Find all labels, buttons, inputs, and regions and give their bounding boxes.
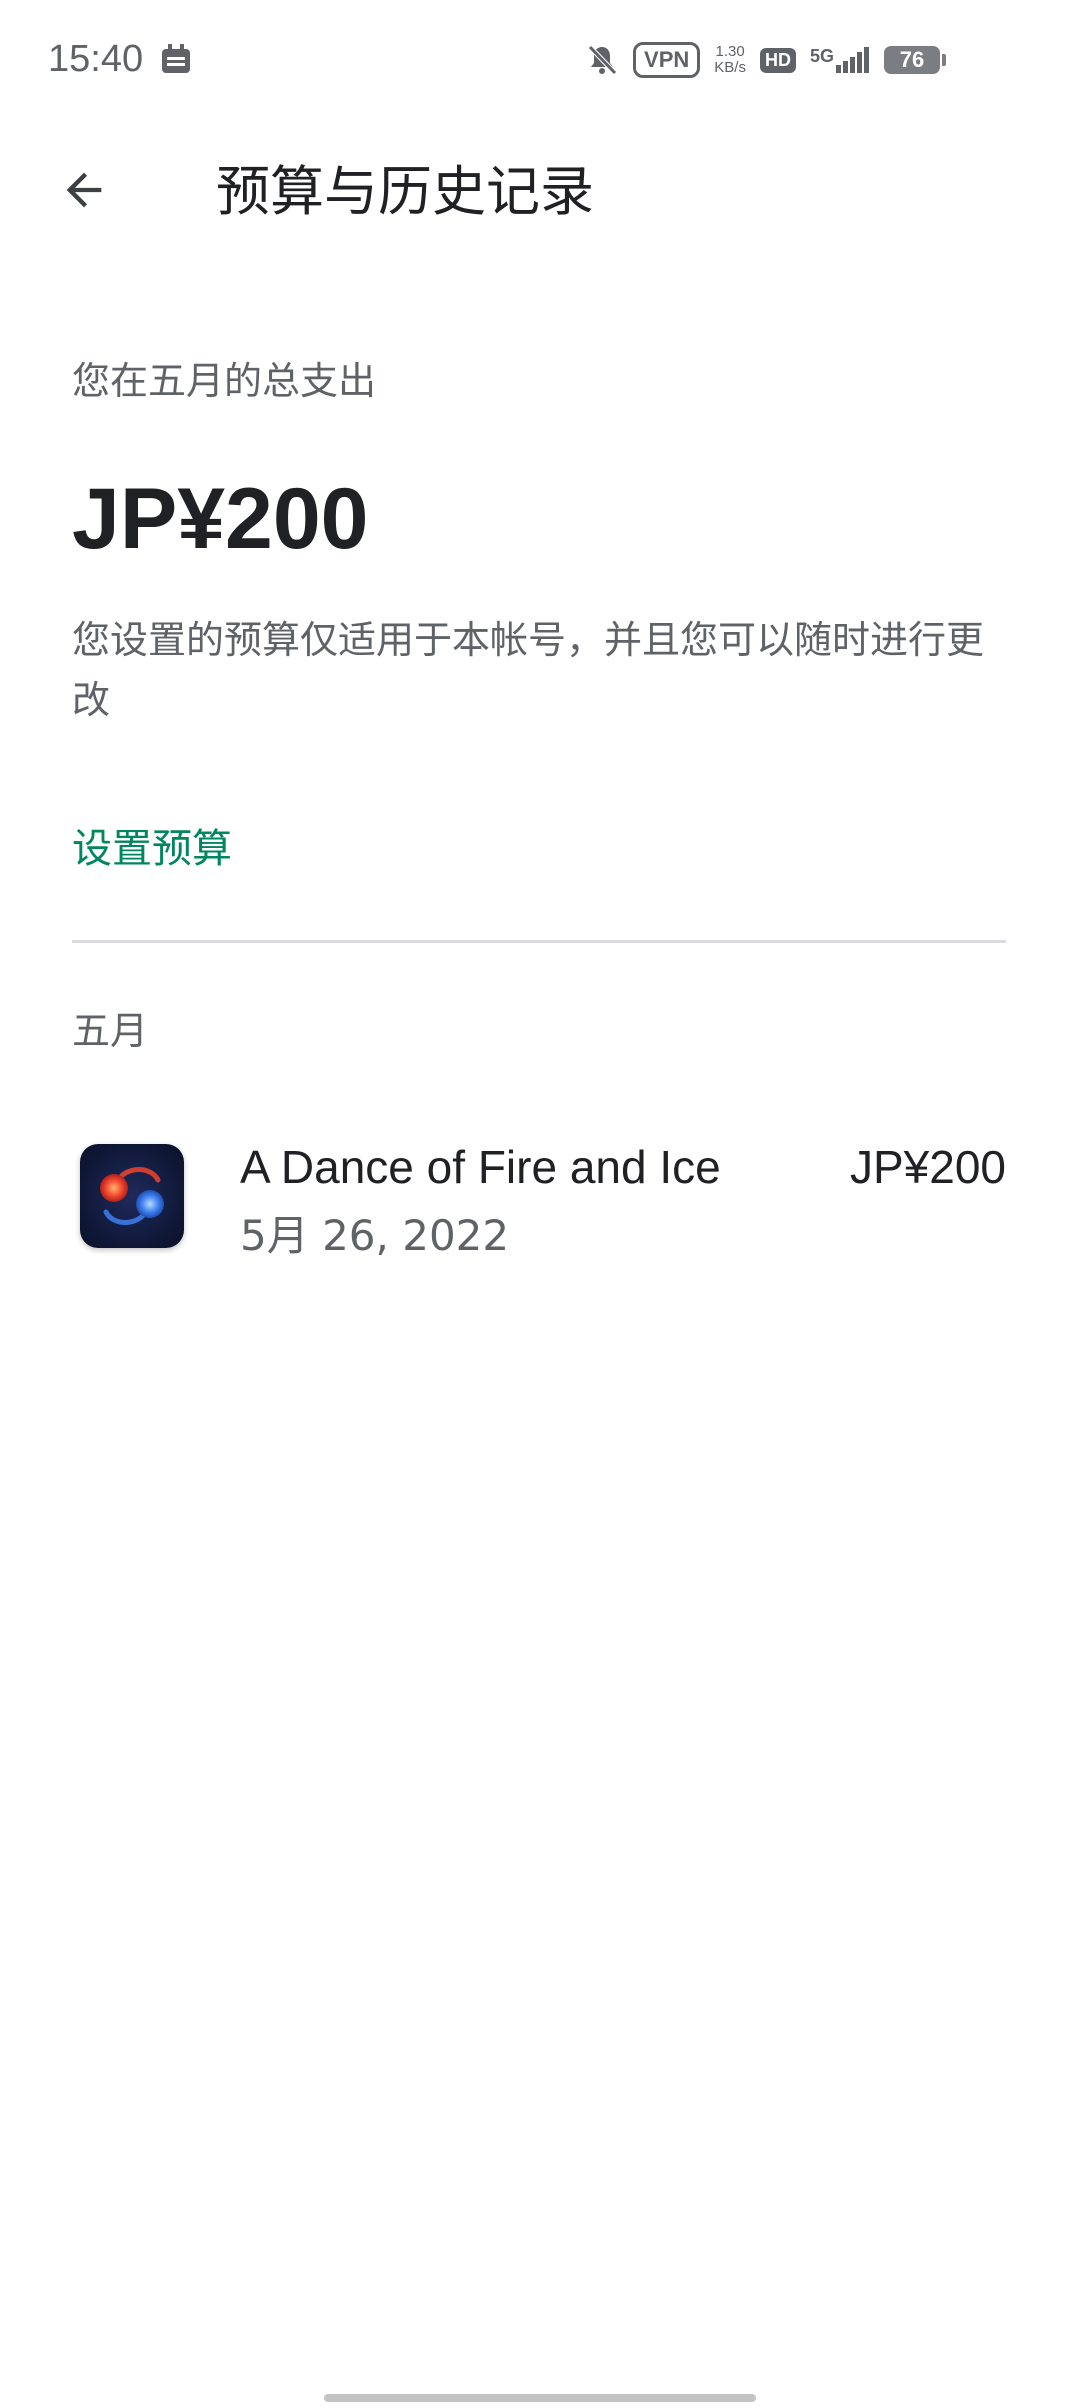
battery-icon: 76 <box>884 46 946 74</box>
speed-unit: KB/s <box>714 59 746 76</box>
month-header: 五月 <box>72 1009 149 1053</box>
network-type: 5G <box>809 46 834 66</box>
transaction-date: 5月 26, 2022 <box>240 1211 510 1260</box>
vpn-badge: VPN <box>633 42 701 78</box>
status-bar: 15:40 VPN 1.30 KB/s HD 5G 76 <box>0 0 1080 120</box>
status-icons: VPN 1.30 KB/s HD 5G 76 <box>585 40 946 80</box>
speed-value: 1.30 <box>715 43 745 60</box>
signal-indicator: 5G <box>810 47 870 73</box>
transaction-row[interactable]: A Dance of Fire and Ice 5月 26, 2022 JP¥2… <box>72 1130 1006 1260</box>
back-button[interactable] <box>44 150 124 230</box>
set-budget-button[interactable]: 设置预算 <box>72 816 232 874</box>
bell-muted-icon <box>588 45 617 75</box>
hd-badge: HD <box>759 47 796 73</box>
total-spend-amount: JP¥200 <box>72 471 369 567</box>
signal-icon <box>836 47 869 73</box>
arrow-back-icon <box>66 172 102 208</box>
game-app-icon <box>80 1144 184 1248</box>
transaction-amount: JP¥200 <box>849 1141 1006 1193</box>
budget-note: 您设置的预算仅适用于本帐号，并且您可以随时进行更改 <box>72 618 985 722</box>
network-speed: 1.30 KB/s <box>714 44 746 76</box>
page-title: 预算与历史记录 <box>216 160 594 223</box>
total-spend-label: 您在五月的总支出 <box>72 359 377 403</box>
calendar-icon <box>162 44 190 73</box>
divider <box>72 940 1006 943</box>
status-time: 15:40 <box>48 38 144 80</box>
transaction-app-name: A Dance of Fire and Ice <box>240 1141 721 1193</box>
home-indicator[interactable] <box>324 2394 756 2402</box>
